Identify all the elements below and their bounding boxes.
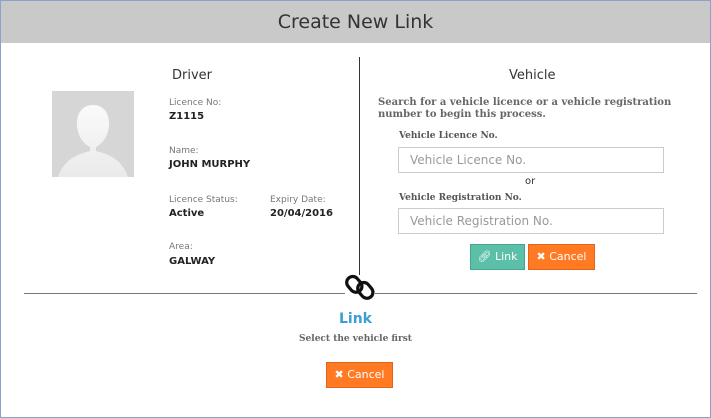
cancel-button[interactable]: ✖ Cancel xyxy=(528,244,595,270)
cancel-link-button[interactable]: ✖ Cancel xyxy=(326,362,393,388)
link-divider-left xyxy=(24,293,345,294)
link-divider-right xyxy=(375,293,697,294)
licence-no-label: Licence No: xyxy=(169,98,222,108)
name-label: Name: xyxy=(169,146,199,156)
driver-heading: Driver xyxy=(172,68,213,83)
vehicle-registration-input[interactable] xyxy=(398,208,664,234)
close-icon: ✖ xyxy=(334,368,344,381)
licence-status-label: Licence Status: xyxy=(169,195,238,205)
close-icon: ✖ xyxy=(536,250,546,263)
expiry-date-label: Expiry Date: xyxy=(270,195,326,205)
licence-status-value: Active xyxy=(169,208,205,219)
dialog-title: Create New Link xyxy=(1,1,710,43)
link-icon: 🔗︎ xyxy=(477,250,492,263)
vehicle-registration-label: Vehicle Registration No. xyxy=(399,193,522,203)
link-instruction: Select the vehicle first xyxy=(299,334,412,344)
vehicle-heading: Vehicle xyxy=(509,68,556,83)
name-value: JOHN MURPHY xyxy=(169,159,251,170)
or-separator: or xyxy=(525,176,536,187)
driver-avatar xyxy=(52,91,134,177)
area-label: Area: xyxy=(169,242,193,252)
user-silhouette-icon xyxy=(52,91,134,177)
link-heading: Link xyxy=(339,311,372,327)
licence-no-value: Z1115 xyxy=(169,111,205,122)
section-divider xyxy=(359,57,360,275)
link-button-label: Link xyxy=(494,250,518,263)
link-button[interactable]: 🔗︎ Link xyxy=(470,244,525,270)
vehicle-licence-label: Vehicle Licence No. xyxy=(399,131,498,141)
cancel-link-button-label: Cancel xyxy=(347,368,385,381)
vehicle-licence-input[interactable] xyxy=(398,147,664,173)
chain-link-icon xyxy=(345,274,375,300)
cancel-button-label: Cancel xyxy=(549,250,587,263)
expiry-date-value: 20/04/2016 xyxy=(270,208,333,219)
area-value: GALWAY xyxy=(169,256,216,267)
vehicle-instructions: Search for a vehicle licence or a vehicl… xyxy=(378,97,672,120)
